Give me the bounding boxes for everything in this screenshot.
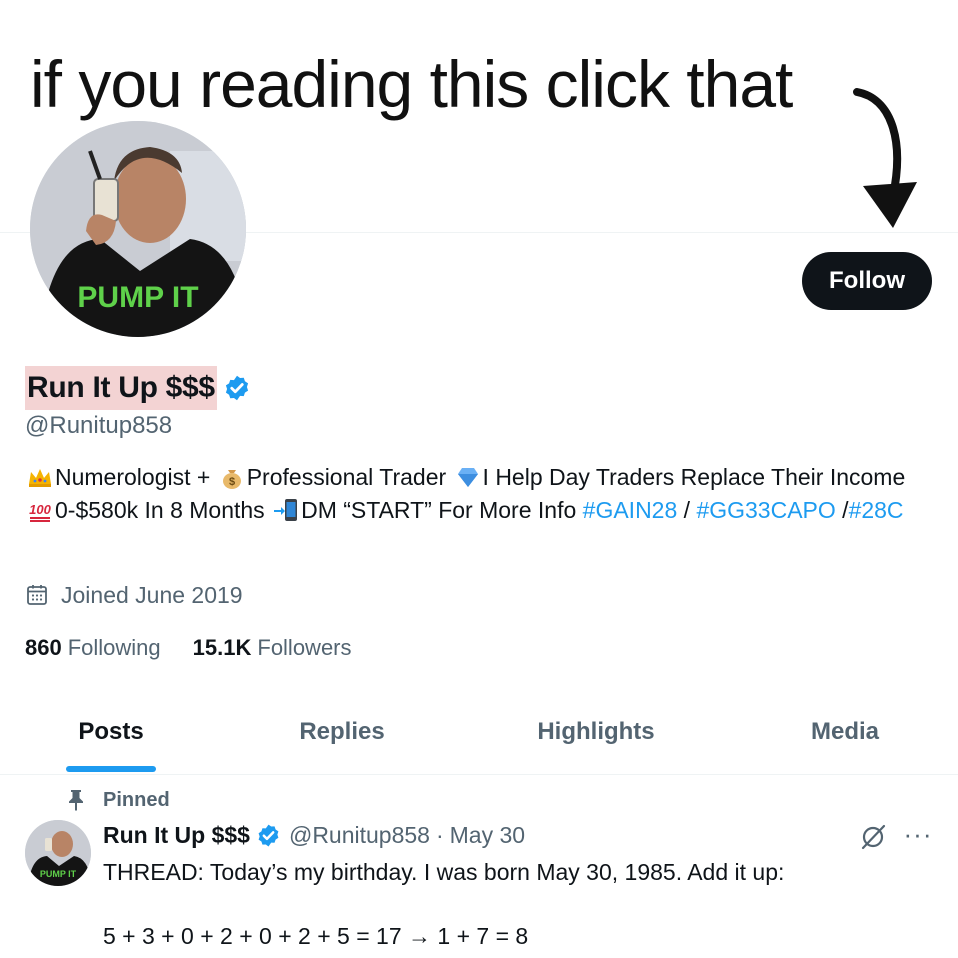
bio-separator: / (835, 496, 849, 523)
curved-arrow-icon (853, 88, 917, 228)
avatar-text: PUMP IT (77, 281, 198, 314)
follow-button[interactable]: Follow (802, 252, 932, 310)
tab-highlights[interactable]: Highlights (512, 700, 680, 774)
verified-badge-icon[interactable] (256, 823, 281, 848)
hashtag-link[interactable]: #GG33CAPO (696, 497, 835, 523)
more-icon[interactable]: ··· (903, 821, 933, 852)
tweet-text-line: 5 + 3 + 0 + 2 + 0 + 2 + 5 = 17 → 1 + 7 =… (103, 923, 529, 949)
tweet-header: Run It Up $$$ @Runitup858 · May 30 (103, 818, 525, 852)
profile-handle: @Runitup858 (25, 412, 173, 439)
tweet-avatar[interactable]: PUMP IT (25, 820, 91, 886)
svg-text:100: 100 (29, 502, 51, 517)
followers-link[interactable]: 15.1K Followers (193, 632, 352, 664)
phone-arrow-emoji (274, 498, 298, 521)
hundred-emoji: 100 (29, 502, 52, 522)
display-name-row: Run It Up $$$ (25, 366, 251, 410)
display-name: Run It Up $$$ (25, 366, 217, 410)
bio-separator: / (677, 496, 697, 523)
hashtag-link[interactable]: #GAIN28 (583, 497, 678, 523)
meme-caption: if you reading this click that (30, 47, 793, 121)
svg-text:$: $ (229, 476, 235, 488)
profile-bio: Numerologist + $ Professional Trader I H… (25, 461, 925, 526)
tweet-avatar-image: PUMP IT (25, 820, 91, 886)
tweet-author-handle[interactable]: @Runitup858 (289, 818, 430, 852)
counts-row: 860 Following 15.1K Followers (25, 632, 352, 664)
tweet-text-line: THREAD: Today’s my birthday. I was born … (103, 859, 785, 885)
following-label: Following (67, 635, 161, 660)
following-link[interactable]: 860 Following (25, 632, 161, 664)
hashtag-link[interactable]: #28C (849, 497, 904, 523)
joined-row: Joined June 2019 (25, 579, 243, 611)
grok-icon[interactable] (858, 822, 888, 852)
tweet-date[interactable]: May 30 (450, 818, 525, 852)
tab-posts[interactable]: Posts (30, 700, 192, 774)
following-count: 860 (25, 635, 62, 660)
tweet-avatar-text: PUMP IT (40, 869, 77, 879)
separator-dot: · (435, 822, 444, 848)
active-tab-indicator (66, 766, 156, 772)
money-bag-emoji: $ (222, 470, 241, 489)
tab-replies[interactable]: Replies (262, 700, 422, 774)
bio-segment: DM “START” For More Info (301, 496, 583, 523)
avatar-image: PUMP IT (30, 121, 246, 337)
gem-emoji (457, 468, 478, 487)
pinned-label: Pinned (103, 789, 170, 811)
profile-avatar[interactable]: PUMP IT (30, 121, 246, 337)
verified-badge-icon[interactable] (223, 374, 251, 402)
bio-segment: I Help Day Traders Replace Their Income (482, 464, 906, 490)
followers-count: 15.1K (192, 635, 252, 660)
calendar-icon (27, 585, 47, 605)
followers-label: Followers (257, 635, 352, 660)
crown-emoji (29, 469, 51, 487)
bio-segment: Numerologist + (55, 464, 217, 490)
bio-segment: Professional Trader (246, 464, 453, 490)
profile-tabs: Posts Replies Highlights Media (0, 700, 958, 775)
pin-icon (69, 790, 83, 811)
tab-media[interactable]: Media (780, 700, 910, 774)
bio-segment: 0-$580k In 8 Months (55, 496, 272, 523)
tweet-author-name[interactable]: Run It Up $$$ (103, 818, 250, 852)
joined-date: Joined June 2019 (61, 582, 243, 608)
